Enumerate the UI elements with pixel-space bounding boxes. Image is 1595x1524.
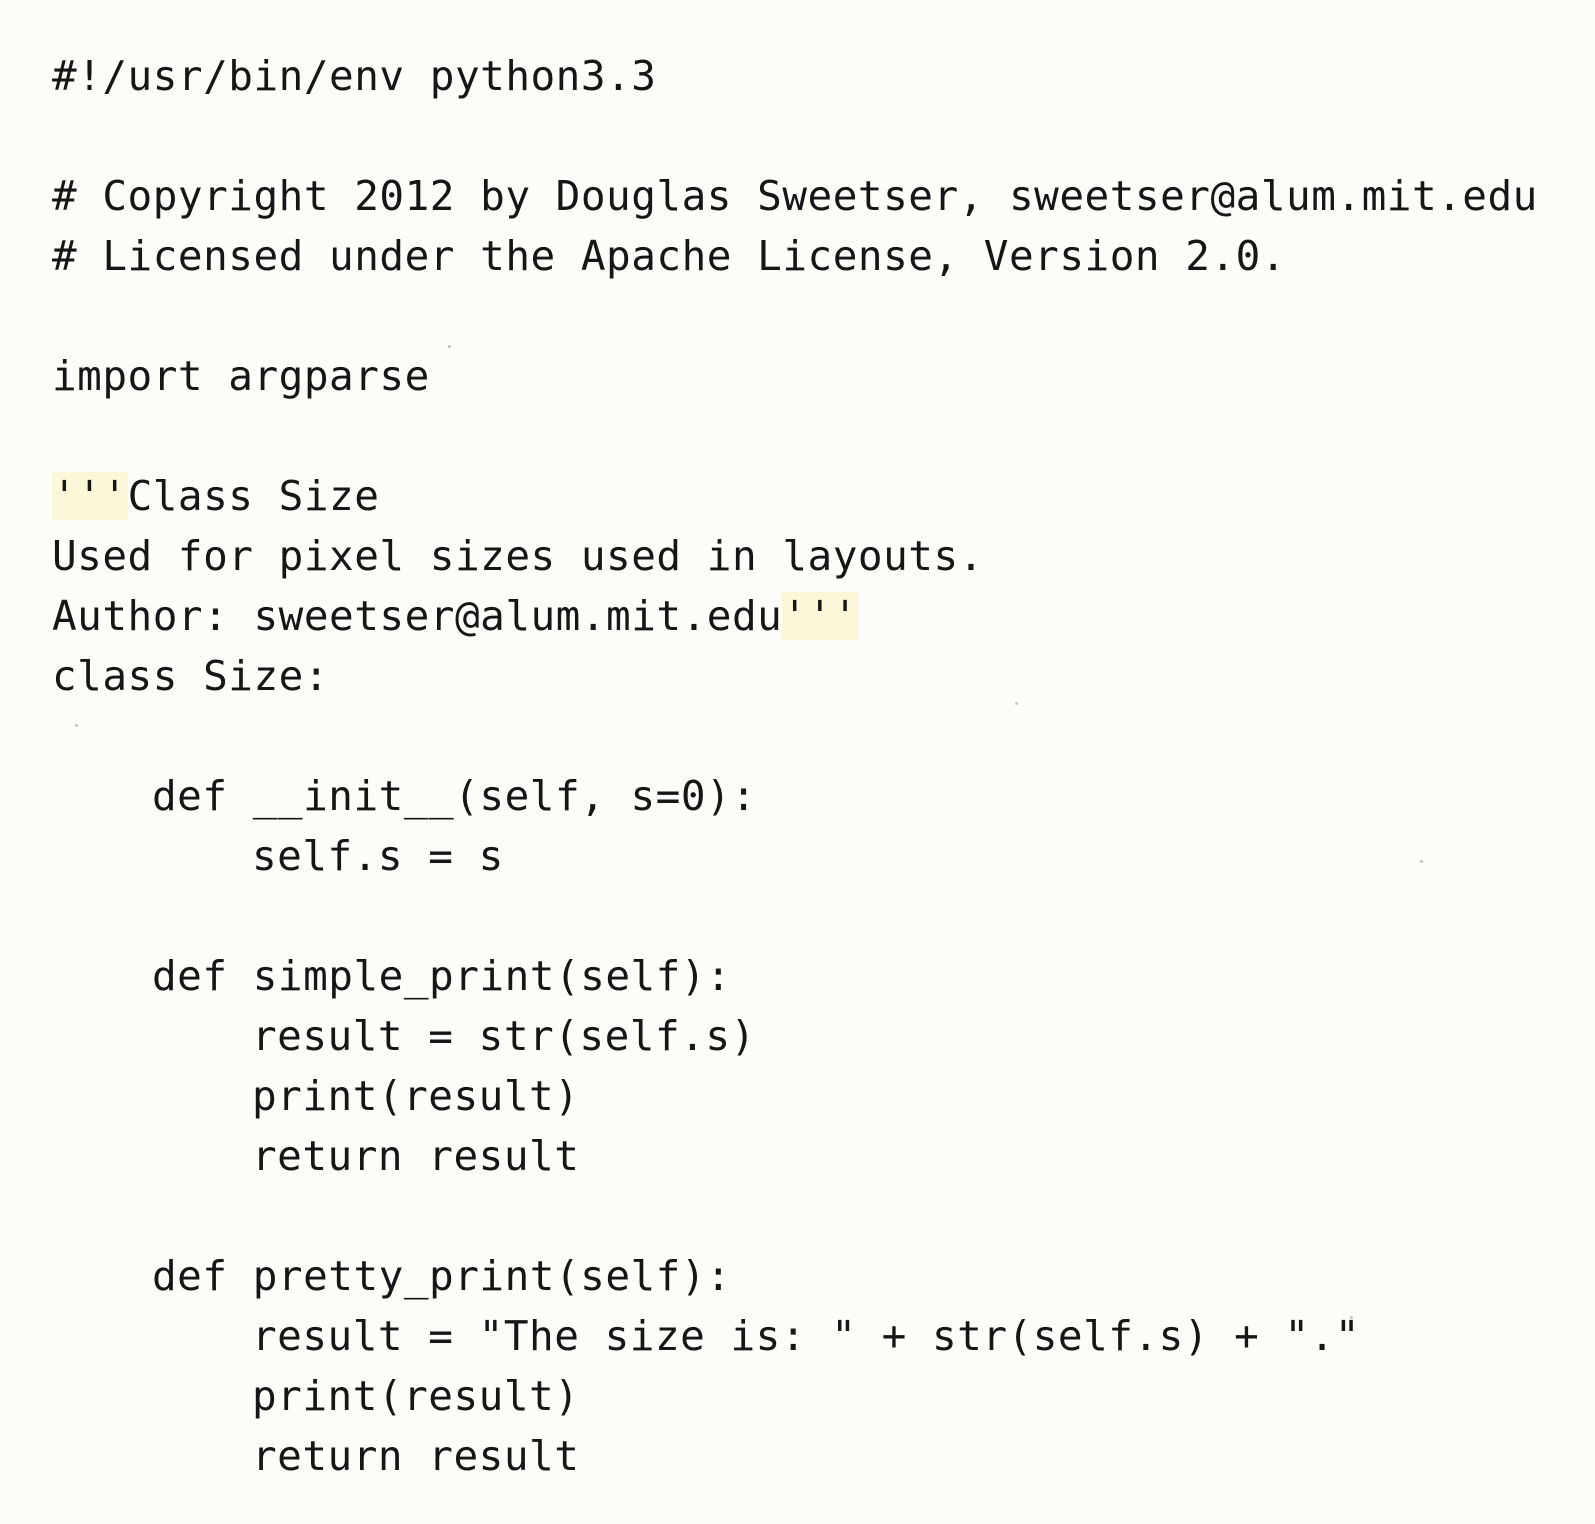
pretty-print-return: return result <box>252 1432 580 1480</box>
docstring-open-quote: ''' <box>52 472 128 520</box>
scan-speck <box>448 345 451 348</box>
scan-speck <box>1420 860 1423 863</box>
pretty-print-def: def pretty_print(self): <box>152 1252 732 1300</box>
docstring-author-line: Author: sweetser@alum.mit.edu''' <box>52 586 1538 646</box>
init-method-body: self.s = s <box>252 832 504 880</box>
init-method-def: def __init__(self, s=0): <box>152 772 757 820</box>
docstring-description: Used for pixel sizes used in layouts. <box>52 532 984 580</box>
docstring-close-quote: ''' <box>782 592 858 640</box>
scan-speck <box>1015 702 1018 705</box>
code-listing: #!/usr/bin/env python3.3 # Copyright 201… <box>52 46 1538 1486</box>
shebang-line: #!/usr/bin/env python3.3 <box>52 52 657 100</box>
docstring-title-line: '''Class Size <box>52 466 1538 526</box>
docstring-author: Author: sweetser@alum.mit.edu <box>52 592 783 640</box>
simple-print-def: def simple_print(self): <box>152 952 732 1000</box>
simple-print-result: result = str(self.s) <box>252 1012 756 1060</box>
scan-speck <box>1350 1316 1353 1319</box>
simple-print-return: return result <box>252 1132 580 1180</box>
import-statement: import argparse <box>52 352 430 400</box>
simple-print-call: print(result) <box>252 1072 580 1120</box>
docstring-title: Class Size <box>127 472 380 520</box>
scanned-page: #!/usr/bin/env python3.3 # Copyright 201… <box>0 0 1595 1524</box>
scan-speck <box>75 724 78 727</box>
class-declaration: class Size: <box>52 652 330 700</box>
copyright-comment: # Copyright 2012 by Douglas Sweetser, sw… <box>52 172 1538 220</box>
pretty-print-result: result = "The size is: " + str(self.s) +… <box>252 1312 1361 1360</box>
pretty-print-call: print(result) <box>252 1372 580 1420</box>
license-comment: # Licensed under the Apache License, Ver… <box>52 232 1287 280</box>
